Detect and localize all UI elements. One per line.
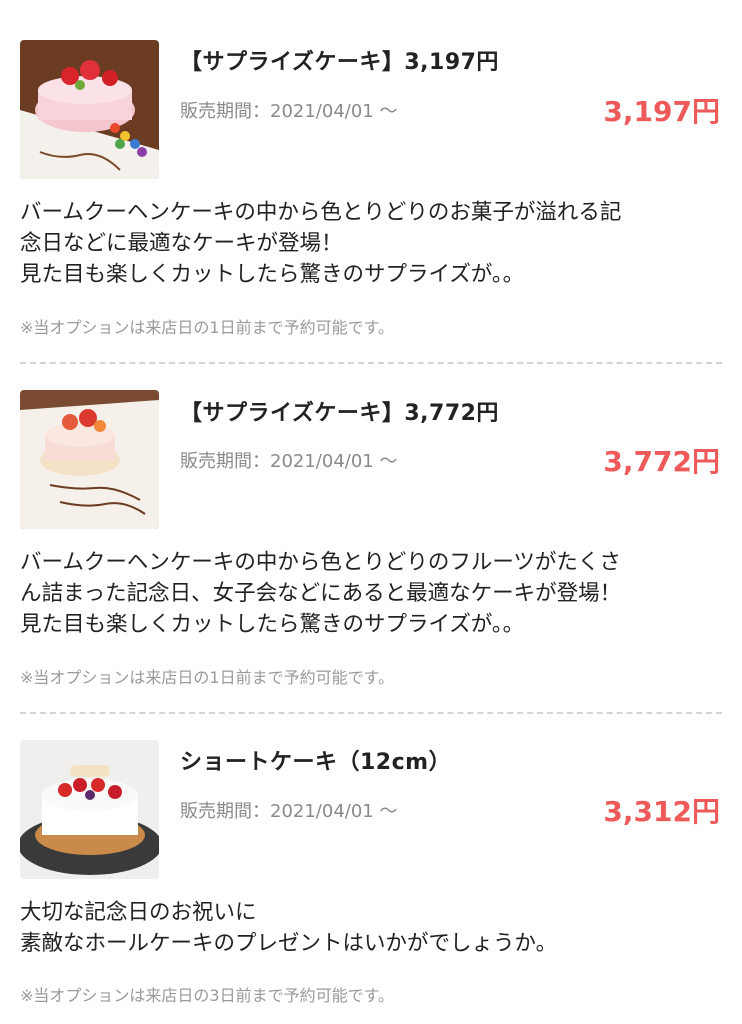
cake-description: バームクーヘンケーキの中から色とりどりのフルーツがたくさ ん詰まった記念日、女子… (20, 547, 725, 640)
sale-period: 販売期間：2021/04/01 〜 (180, 101, 398, 122)
cake-description: 大切な記念日のお祝いに 素敵なホールケーキのプレゼントはいかがでしょうか。 (20, 897, 725, 959)
cake-title: 【サプライズケーキ】3,772円 (180, 401, 499, 426)
cake-photo-1 (20, 40, 159, 179)
cake-photo-3 (20, 740, 159, 879)
cake-description: バームクーヘンケーキの中から色とりどりのお菓子が溢れる記 念日などに最適なケーキ… (20, 197, 725, 290)
description-line: 大切な記念日のお祝いに (20, 900, 257, 925)
reservation-note: ※当オプションは来店日の1日前まで予約可能です。 (20, 668, 394, 687)
cake-photo-icon (20, 390, 159, 529)
cake-title: ショートケーキ（12cm） (180, 750, 452, 775)
cake-price: 3,312円 (603, 795, 720, 828)
cake-title: 【サプライズケーキ】3,197円 (180, 50, 499, 75)
cake-photo-2 (20, 390, 159, 529)
cake-photo-icon (20, 40, 159, 179)
cake-price: 3,772円 (603, 445, 720, 478)
divider (20, 362, 722, 364)
description-line: 見た目も楽しくカットしたら驚きのサプライズが。。 (20, 612, 525, 637)
description-line: 見た目も楽しくカットしたら驚きのサプライズが。。 (20, 262, 525, 287)
divider (20, 712, 722, 714)
description-line: 念日などに最適なケーキが登場！ (20, 231, 343, 256)
sale-period: 販売期間：2021/04/01 〜 (180, 451, 398, 472)
description-line: バームクーヘンケーキの中から色とりどりのフルーツがたくさ (20, 550, 621, 575)
sale-period: 販売期間：2021/04/01 〜 (180, 801, 398, 822)
reservation-note: ※当オプションは来店日の3日前まで予約可能です。 (20, 986, 394, 1005)
cake-price: 3,197円 (603, 95, 720, 128)
description-line: 素敵なホールケーキのプレゼントはいかがでしょうか。 (20, 931, 558, 956)
cake-photo-icon (20, 740, 159, 879)
description-line: バームクーヘンケーキの中から色とりどりのお菓子が溢れる記 (20, 200, 622, 225)
reservation-note: ※当オプションは来店日の1日前まで予約可能です。 (20, 318, 394, 337)
description-line: ん詰まった記念日、女子会などにあると最適なケーキが登場！ (20, 581, 622, 606)
